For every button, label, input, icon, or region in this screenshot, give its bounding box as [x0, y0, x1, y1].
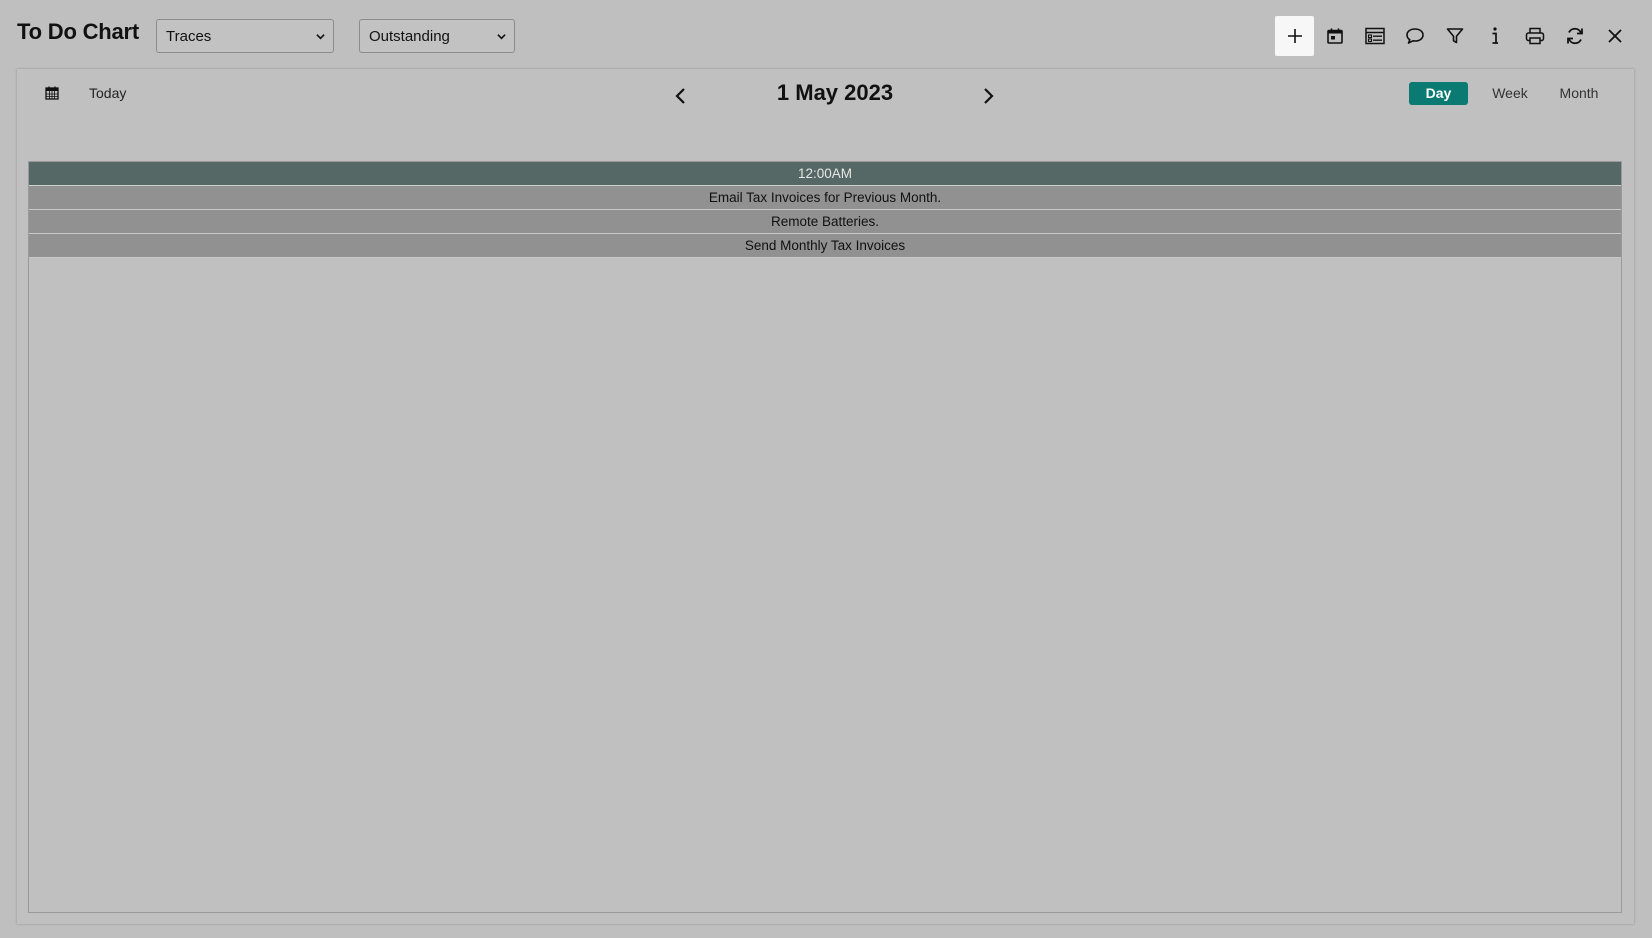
filter-icon: [1446, 28, 1463, 44]
view-day-button[interactable]: Day: [1409, 82, 1468, 105]
info-icon: [1492, 27, 1498, 44]
status-select[interactable]: Outstanding: [359, 19, 515, 53]
current-date: 1 May 2023: [776, 80, 894, 105]
refresh-icon: [1566, 27, 1583, 45]
chevron-right-icon[interactable]: [980, 86, 996, 106]
calendar-button[interactable]: [1315, 16, 1354, 56]
day-grid: 12:00AM Email Tax Invoices for Previous …: [28, 161, 1622, 913]
type-select-value: Traces: [166, 28, 212, 45]
today-button[interactable]: Today: [89, 85, 126, 101]
status-select-value: Outstanding: [369, 28, 450, 45]
chevron-left-icon[interactable]: [673, 86, 689, 106]
print-button[interactable]: [1515, 16, 1554, 56]
calendar-panel: Today 1 May 2023 Day Week Month 12:00AM …: [17, 69, 1634, 924]
add-icon: [1287, 29, 1302, 43]
type-select[interactable]: Traces: [156, 19, 334, 53]
view-month-button[interactable]: Month: [1554, 82, 1604, 105]
top-bar: To Do Chart Traces Outstanding: [0, 0, 1652, 70]
add-button[interactable]: [1275, 16, 1314, 56]
chevron-down-icon: [316, 34, 325, 40]
comment-icon: [1405, 28, 1424, 44]
page-title: To Do Chart: [17, 19, 140, 44]
calendar-icon[interactable]: [45, 86, 59, 100]
filter-button[interactable]: [1435, 16, 1474, 56]
list-view-button[interactable]: [1355, 16, 1394, 56]
toolbar: [1274, 16, 1634, 56]
close-button[interactable]: [1595, 16, 1634, 56]
calendar-header: Today 1 May 2023 Day Week Month: [17, 69, 1634, 119]
time-slot-header: 12:00AM: [29, 162, 1621, 186]
chevron-down-icon: [497, 34, 506, 40]
calendar-icon: [1326, 28, 1343, 44]
task-item[interactable]: Send Monthly Tax Invoices: [29, 234, 1621, 258]
print-icon: [1525, 27, 1544, 45]
comment-button[interactable]: [1395, 16, 1434, 56]
task-item[interactable]: Remote Batteries.: [29, 210, 1621, 234]
view-week-button[interactable]: Week: [1488, 82, 1532, 105]
info-button[interactable]: [1475, 16, 1514, 56]
task-item[interactable]: Email Tax Invoices for Previous Month.: [29, 186, 1621, 210]
list-icon: [1364, 27, 1385, 45]
refresh-button[interactable]: [1555, 16, 1594, 56]
close-icon: [1607, 29, 1622, 43]
